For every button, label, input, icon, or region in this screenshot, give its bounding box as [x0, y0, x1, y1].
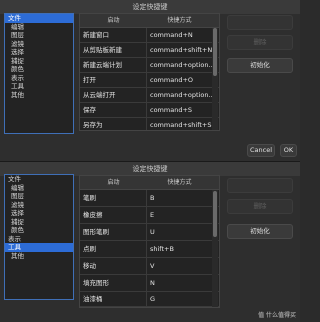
row-action: 笔刷 — [80, 190, 147, 206]
shortcut-table: 启动 快捷方式 新建窗口 command+N 从剪贴板新建 command+sh… — [79, 13, 220, 131]
table-header: 启动 快捷方式 — [80, 14, 219, 28]
category-item-snap[interactable]: 捕捉 — [5, 218, 73, 227]
row-shortcut[interactable]: command+option... — [147, 58, 212, 72]
shortcut-dialog-tools: 设定快捷键 文件 编辑 图层 滤镜 选择 捕捉 颜色 表示 工具 其他 启动 快… — [0, 161, 300, 322]
table-scrollbar[interactable] — [212, 28, 218, 130]
table-row[interactable]: 笔刷 B — [80, 190, 219, 207]
table-row[interactable]: 从剪贴板新建 command+shift+N — [80, 43, 219, 58]
column-header-shortcut[interactable]: 快捷方式 — [147, 176, 212, 189]
row-shortcut[interactable]: command+S — [147, 103, 212, 117]
row-action: 点刷 — [80, 241, 147, 257]
row-shortcut[interactable]: B — [147, 190, 212, 206]
table-row[interactable]: 保存 command+S — [80, 103, 219, 118]
category-item-file[interactable]: 文件 — [5, 14, 73, 23]
edit-shortcut-button[interactable] — [227, 178, 293, 193]
table-row[interactable]: 新建云端计划 command+option... — [80, 58, 219, 73]
row-shortcut[interactable]: shift+B — [147, 241, 212, 257]
row-action: 油漆桶 — [80, 292, 147, 306]
cancel-button[interactable]: Cancel — [247, 144, 275, 157]
row-action: 橡皮擦 — [80, 207, 147, 223]
category-item-view[interactable]: 表示 — [5, 74, 73, 83]
category-item-filter[interactable]: 滤镜 — [5, 201, 73, 210]
row-action: 移动 — [80, 258, 147, 274]
table-header: 启动 快捷方式 — [80, 176, 219, 190]
row-action: 另存为 — [80, 118, 147, 130]
table-row[interactable]: 从云端打开 command+option... — [80, 88, 219, 103]
category-item-layer[interactable]: 图层 — [5, 31, 73, 40]
row-shortcut[interactable]: V — [147, 258, 212, 274]
column-header-action[interactable]: 启动 — [80, 14, 147, 27]
category-item-file[interactable]: 文件 — [5, 175, 73, 184]
row-shortcut[interactable]: command+O — [147, 73, 212, 87]
category-item-layer[interactable]: 图层 — [5, 192, 73, 201]
edit-shortcut-button[interactable] — [227, 15, 293, 30]
reset-button[interactable]: 初始化 — [227, 224, 293, 239]
table-row[interactable]: 移动 V — [80, 258, 219, 275]
column-header-shortcut[interactable]: 快捷方式 — [147, 14, 212, 27]
row-action: 新建云端计划 — [80, 58, 147, 72]
row-shortcut[interactable]: command+option... — [147, 88, 212, 102]
table-row[interactable]: 另存为 command+shift+S — [80, 118, 219, 130]
category-item-filter[interactable]: 滤镜 — [5, 40, 73, 49]
ok-button[interactable]: OK — [280, 144, 297, 157]
row-action: 保存 — [80, 103, 147, 117]
shortcut-table: 启动 快捷方式 笔刷 B 橡皮擦 E 图形笔刷 U 点刷 shift+B 移动 … — [79, 175, 220, 308]
delete-button[interactable]: 删除 — [227, 35, 293, 50]
row-shortcut[interactable]: command+shift+N — [147, 43, 212, 57]
scrollbar-thumb[interactable] — [213, 191, 217, 237]
category-list[interactable]: 文件 编辑 图层 滤镜 选择 捕捉 颜色 表示 工具 其他 — [4, 174, 74, 300]
scrollbar-thumb[interactable] — [213, 28, 217, 76]
category-item-other[interactable]: 其他 — [5, 91, 73, 100]
category-item-color[interactable]: 颜色 — [5, 226, 73, 235]
table-scrollbar[interactable] — [212, 190, 218, 307]
category-item-select[interactable]: 选择 — [5, 48, 73, 57]
category-item-tools[interactable]: 工具 — [5, 243, 73, 252]
row-shortcut[interactable]: N — [147, 275, 212, 291]
delete-button[interactable]: 删除 — [227, 199, 293, 214]
row-action: 打开 — [80, 73, 147, 87]
row-action: 图形笔刷 — [80, 224, 147, 240]
table-row[interactable]: 填充图形 N — [80, 275, 219, 292]
category-item-edit[interactable]: 编辑 — [5, 23, 73, 32]
row-shortcut[interactable]: command+shift+S — [147, 118, 212, 130]
row-shortcut[interactable]: E — [147, 207, 212, 223]
category-item-tools[interactable]: 工具 — [5, 82, 73, 91]
row-shortcut[interactable]: command+N — [147, 28, 212, 42]
row-shortcut[interactable]: G — [147, 292, 212, 306]
table-row[interactable]: 打开 command+O — [80, 73, 219, 88]
table-row[interactable]: 图形笔刷 U — [80, 224, 219, 241]
row-action: 新建窗口 — [80, 28, 147, 42]
column-header-action[interactable]: 启动 — [80, 176, 147, 189]
table-row[interactable]: 新建窗口 command+N — [80, 28, 219, 43]
row-shortcut[interactable]: U — [147, 224, 212, 240]
table-row[interactable]: 橡皮擦 E — [80, 207, 219, 224]
watermark: 值 什么值得买 — [258, 312, 296, 319]
category-item-edit[interactable]: 编辑 — [5, 184, 73, 193]
category-item-other[interactable]: 其他 — [5, 252, 73, 261]
row-action: 填充图形 — [80, 275, 147, 291]
category-item-view[interactable]: 表示 — [5, 235, 73, 244]
category-list[interactable]: 文件 编辑 图层 滤镜 选择 捕捉 颜色 表示 工具 其他 — [4, 13, 74, 134]
category-item-select[interactable]: 选择 — [5, 209, 73, 218]
table-row[interactable]: 点刷 shift+B — [80, 241, 219, 258]
table-row[interactable]: 油漆桶 G — [80, 292, 219, 307]
row-action: 从云端打开 — [80, 88, 147, 102]
dialog-title: 设定快捷键 — [0, 0, 300, 14]
row-action: 从剪贴板新建 — [80, 43, 147, 57]
shortcut-dialog-file: 设定快捷键 文件 编辑 图层 滤镜 选择 捕捉 颜色 表示 工具 其他 启动 快… — [0, 0, 300, 161]
reset-button[interactable]: 初始化 — [227, 58, 293, 73]
category-item-snap[interactable]: 捕捉 — [5, 57, 73, 66]
category-item-color[interactable]: 颜色 — [5, 65, 73, 74]
